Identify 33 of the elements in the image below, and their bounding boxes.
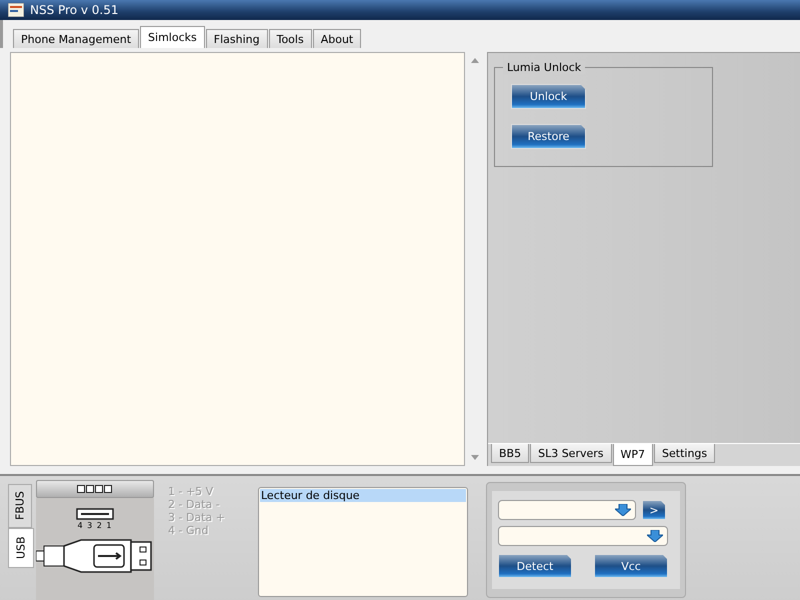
tab[interactable]: About — [312, 29, 362, 48]
tab[interactable]: Tools — [268, 29, 312, 48]
tab[interactable]: SL3 Servers — [530, 444, 612, 463]
action-button[interactable]: Unlock — [511, 84, 586, 109]
scroll-down-icon[interactable] — [471, 455, 479, 460]
device-dropdown[interactable] — [498, 526, 668, 546]
usb-port-icon — [76, 508, 114, 520]
device-item[interactable]: Lecteur de disque — [260, 489, 466, 502]
action-button[interactable]: Restore — [511, 124, 586, 149]
dropdown-arrow-icon[interactable] — [615, 504, 631, 516]
tab[interactable]: BB5 — [491, 444, 530, 463]
tab[interactable]: Settings — [654, 444, 716, 463]
tab[interactable]: FBUS — [8, 484, 32, 528]
scroll-up-icon[interactable] — [471, 58, 479, 63]
window-title: NSS Pro v 0.51 — [30, 3, 119, 17]
pinout-label: 1 - +5 V — [168, 485, 214, 498]
tab[interactable]: Flashing — [206, 29, 268, 48]
pinout-label: 2 - Data - — [168, 498, 221, 511]
action-button[interactable]: Vcc — [594, 554, 668, 578]
tab[interactable]: Phone Management — [13, 29, 140, 48]
port-dropdown[interactable] — [498, 500, 636, 520]
pins-icon — [77, 484, 113, 494]
tab[interactable]: Simlocks — [140, 26, 205, 48]
pin-numbers: 4 3 2 1 — [78, 521, 112, 530]
app-icon — [8, 3, 24, 17]
pinout-label: 4 - Gnd — [168, 524, 210, 537]
action-button[interactable]: Detect — [498, 554, 572, 578]
go-button[interactable]: > — [642, 500, 666, 520]
pinout-label: 3 - Data + — [168, 511, 226, 524]
tab[interactable]: USB — [8, 528, 34, 568]
group-title: Lumia Unlock — [503, 61, 586, 74]
dropdown-arrow-icon[interactable] — [647, 530, 663, 542]
tab[interactable]: WP7 — [612, 444, 654, 466]
